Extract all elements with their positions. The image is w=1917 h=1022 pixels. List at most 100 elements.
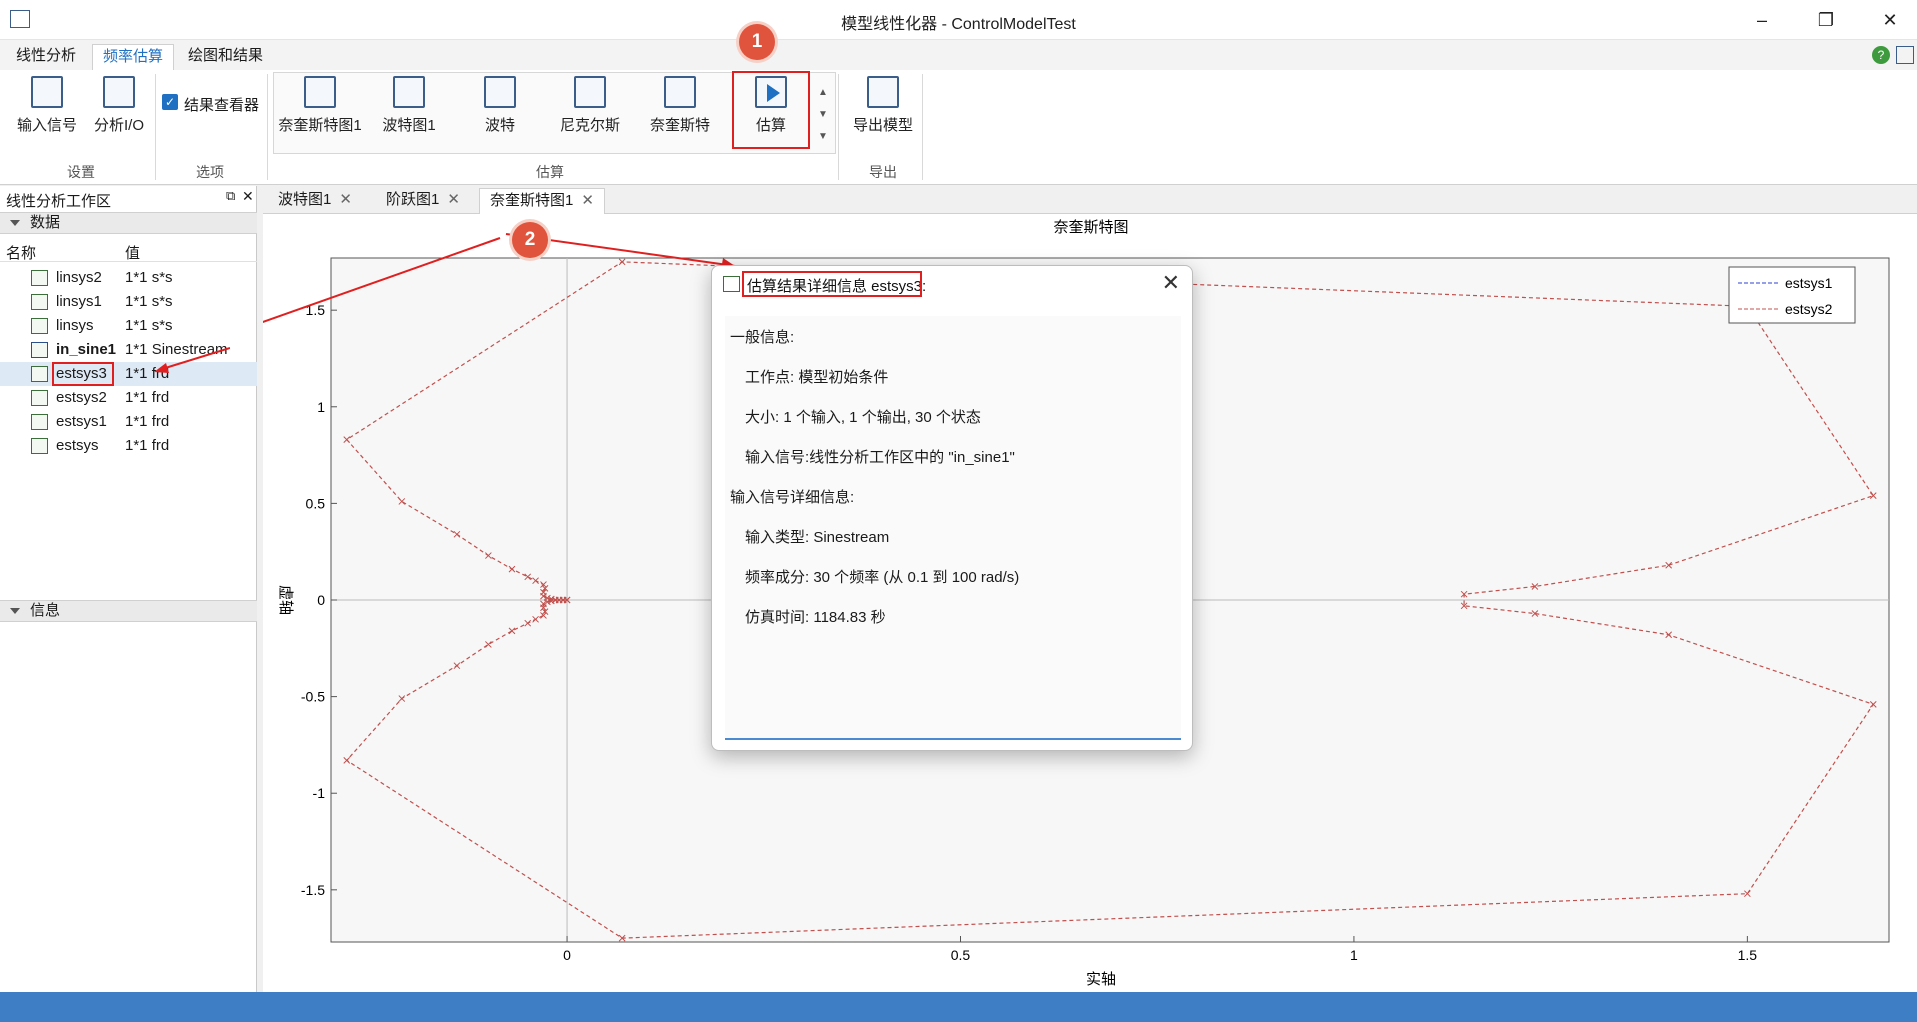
variable-row[interactable]: linsys1 1*1 s*s xyxy=(0,290,257,314)
workspace-title: 线性分析工作区 xyxy=(6,193,112,210)
expand-icon[interactable] xyxy=(1896,46,1914,64)
y-tick-label: -1 xyxy=(313,785,326,801)
variable-value: 1*1 frd xyxy=(125,437,170,454)
annotation-box-estsys3 xyxy=(52,362,114,386)
gallery-nyquist-button[interactable]: 奈奎斯特 xyxy=(645,76,715,135)
legend-label-estsys2: estsys2 xyxy=(1785,301,1833,317)
analysis-io-label: 分析I/O xyxy=(93,117,144,134)
operating-point-line: 工作点: 模型初始条件 xyxy=(745,369,889,386)
variable-name: estsys xyxy=(56,437,99,454)
variable-value: 1*1 s*s xyxy=(125,293,173,310)
close-window-button[interactable]: ✕ xyxy=(1868,6,1912,34)
x-tick-label: 1 xyxy=(1350,947,1358,963)
y-tick-label: -1.5 xyxy=(301,882,325,898)
gallery-label: 奈奎斯特 xyxy=(649,117,710,134)
gallery-bode1-button[interactable]: 波特图1 xyxy=(378,76,440,135)
input-signal-button[interactable]: 输入信号 xyxy=(16,76,78,135)
tab-plots-results[interactable]: 绘图和结果 xyxy=(178,44,273,70)
y-tick-label: 0 xyxy=(317,592,325,608)
size-line: 大小: 1 个输入, 1 个输出, 30 个状态 xyxy=(745,409,981,426)
variable-name: linsys1 xyxy=(56,293,102,310)
dialog-details-text[interactable]: 一般信息: 工作点: 模型初始条件 大小: 1 个输入, 1 个输出, 30 个… xyxy=(725,316,1181,740)
ribbon-separator xyxy=(267,74,268,180)
y-tick-label: -0.5 xyxy=(301,689,325,705)
gallery-bode-button[interactable]: 波特 xyxy=(470,76,530,135)
result-viewer-label: 结果查看器 xyxy=(184,97,260,114)
frequency-line: 频率成分: 30 个频率 (从 0.1 到 100 rad/s) xyxy=(745,569,1020,586)
bode-plot-icon xyxy=(484,76,516,108)
waveform-icon xyxy=(31,76,63,108)
gallery-nyquist1-button[interactable]: 奈奎斯特图1 xyxy=(277,76,363,135)
ribbon-separator xyxy=(922,74,923,180)
doc-tab-step1[interactable]: 阶跃图1 ✕ xyxy=(376,188,470,214)
annotation-box-estimate xyxy=(732,71,810,149)
input-signal-label: 输入信号 xyxy=(16,117,77,134)
group-label-settings: 设置 xyxy=(67,164,95,180)
variable-row[interactable]: estsys 1*1 frd xyxy=(0,434,257,458)
doc-tab-nyquist1[interactable]: 奈奎斯特图1 ✕ xyxy=(479,188,605,214)
doc-tab-bode1[interactable]: 波特图1 ✕ xyxy=(268,188,362,214)
export-arrow-icon xyxy=(867,76,899,108)
restore-button[interactable]: ❐ xyxy=(1804,6,1848,34)
estimation-details-dialog: 估算结果详细信息 estsys3: ✕ 一般信息: 工作点: 模型初始条件 大小… xyxy=(711,265,1193,751)
gallery-scroll-arrows[interactable]: ▲ ▼ ▼ xyxy=(818,82,828,148)
variable-name: linsys2 xyxy=(56,269,102,286)
nichols-plot-icon xyxy=(574,76,606,108)
gallery-nichols-button[interactable]: 尼克尔斯 xyxy=(553,76,627,135)
data-section-label: 数据 xyxy=(30,214,61,231)
y-axis-label: 虚轴 xyxy=(277,585,294,615)
x-tick-label: 1.5 xyxy=(1738,947,1758,963)
general-info-heading: 一般信息: xyxy=(730,329,795,346)
result-viewer-checkbox[interactable]: ✓ xyxy=(162,94,178,110)
status-bar xyxy=(0,992,1917,1022)
y-tick-label: 1.5 xyxy=(306,302,326,318)
group-label-options: 选项 xyxy=(196,164,224,180)
variable-row[interactable]: linsys2 1*1 s*s xyxy=(0,266,257,290)
legend[interactable]: estsys1 estsys2 xyxy=(1728,266,1856,324)
tab-frequency-estimation[interactable]: 频率估算 xyxy=(92,44,175,70)
close-panel-icon[interactable]: ✕ xyxy=(242,188,254,205)
x-tick-label: 0.5 xyxy=(951,947,971,963)
help-icon[interactable]: ? xyxy=(1872,46,1890,64)
data-section-header[interactable]: 数据 xyxy=(0,212,257,234)
collapse-icon xyxy=(10,220,20,226)
column-name-header[interactable]: 名称 xyxy=(6,242,36,263)
frd-icon xyxy=(31,414,48,430)
undock-icon[interactable]: ⧉ xyxy=(226,188,235,204)
info-section-label: 信息 xyxy=(30,602,61,619)
dialog-close-button[interactable]: ✕ xyxy=(1162,270,1180,296)
group-label-estimate: 估算 xyxy=(536,164,564,180)
annotation-badge-2: 2 xyxy=(512,222,548,258)
gallery-label: 波特 xyxy=(484,117,515,134)
ribbon-tab-strip: 线性分析 频率估算 绘图和结果 ? xyxy=(0,40,1917,70)
variable-row[interactable]: estsys1 1*1 frd xyxy=(0,410,257,434)
x-tick-label: 0 xyxy=(563,947,571,963)
app-window: 模型线性化器 - ControlModelTest – ❐ ✕ 线性分析 频率估… xyxy=(0,0,1917,1022)
workspace-panel: 线性分析工作区 ⧉ ✕ 数据 名称 值 linsys2 1*1 s*s lins… xyxy=(0,186,257,992)
input-detail-heading: 输入信号详细信息: xyxy=(730,489,855,506)
export-model-button[interactable]: 导出模型 xyxy=(850,76,916,135)
dialog-title-suffix: : xyxy=(922,278,927,295)
column-value-header[interactable]: 值 xyxy=(125,242,140,263)
variable-value: 1*1 s*s xyxy=(125,269,173,286)
close-tab-icon[interactable]: ✕ xyxy=(339,191,352,208)
input-signal-line: 输入信号:线性分析工作区中的 "in_sine1" xyxy=(745,449,1015,466)
state-space-icon xyxy=(31,270,48,286)
minimize-button[interactable]: – xyxy=(1740,6,1784,34)
close-tab-icon[interactable]: ✕ xyxy=(581,192,594,209)
frd-icon xyxy=(31,438,48,454)
annotation-arrow-left xyxy=(154,347,230,373)
variable-row[interactable]: estsys2 1*1 frd xyxy=(0,386,257,410)
gallery-label: 尼克尔斯 xyxy=(559,117,620,134)
gallery-label: 波特图1 xyxy=(382,117,436,134)
sinestream-icon xyxy=(31,342,48,358)
info-section-header[interactable]: 信息 xyxy=(0,600,257,622)
x-axis-label: 实轴 xyxy=(1086,971,1116,988)
gallery-label: 奈奎斯特图1 xyxy=(278,117,362,134)
variable-row[interactable]: linsys 1*1 s*s xyxy=(0,314,257,338)
close-tab-icon[interactable]: ✕ xyxy=(447,191,460,208)
ribbon-toolbar: 输入信号 分析I/O 设置 ✓ 结果查看器 选项 奈奎斯特图1 波特图1 波特 … xyxy=(0,70,1917,185)
annotation-box-dialog-title xyxy=(742,271,922,297)
tab-linear-analysis[interactable]: 线性分析 xyxy=(6,44,86,70)
analysis-io-button[interactable]: 分析I/O xyxy=(90,76,148,135)
